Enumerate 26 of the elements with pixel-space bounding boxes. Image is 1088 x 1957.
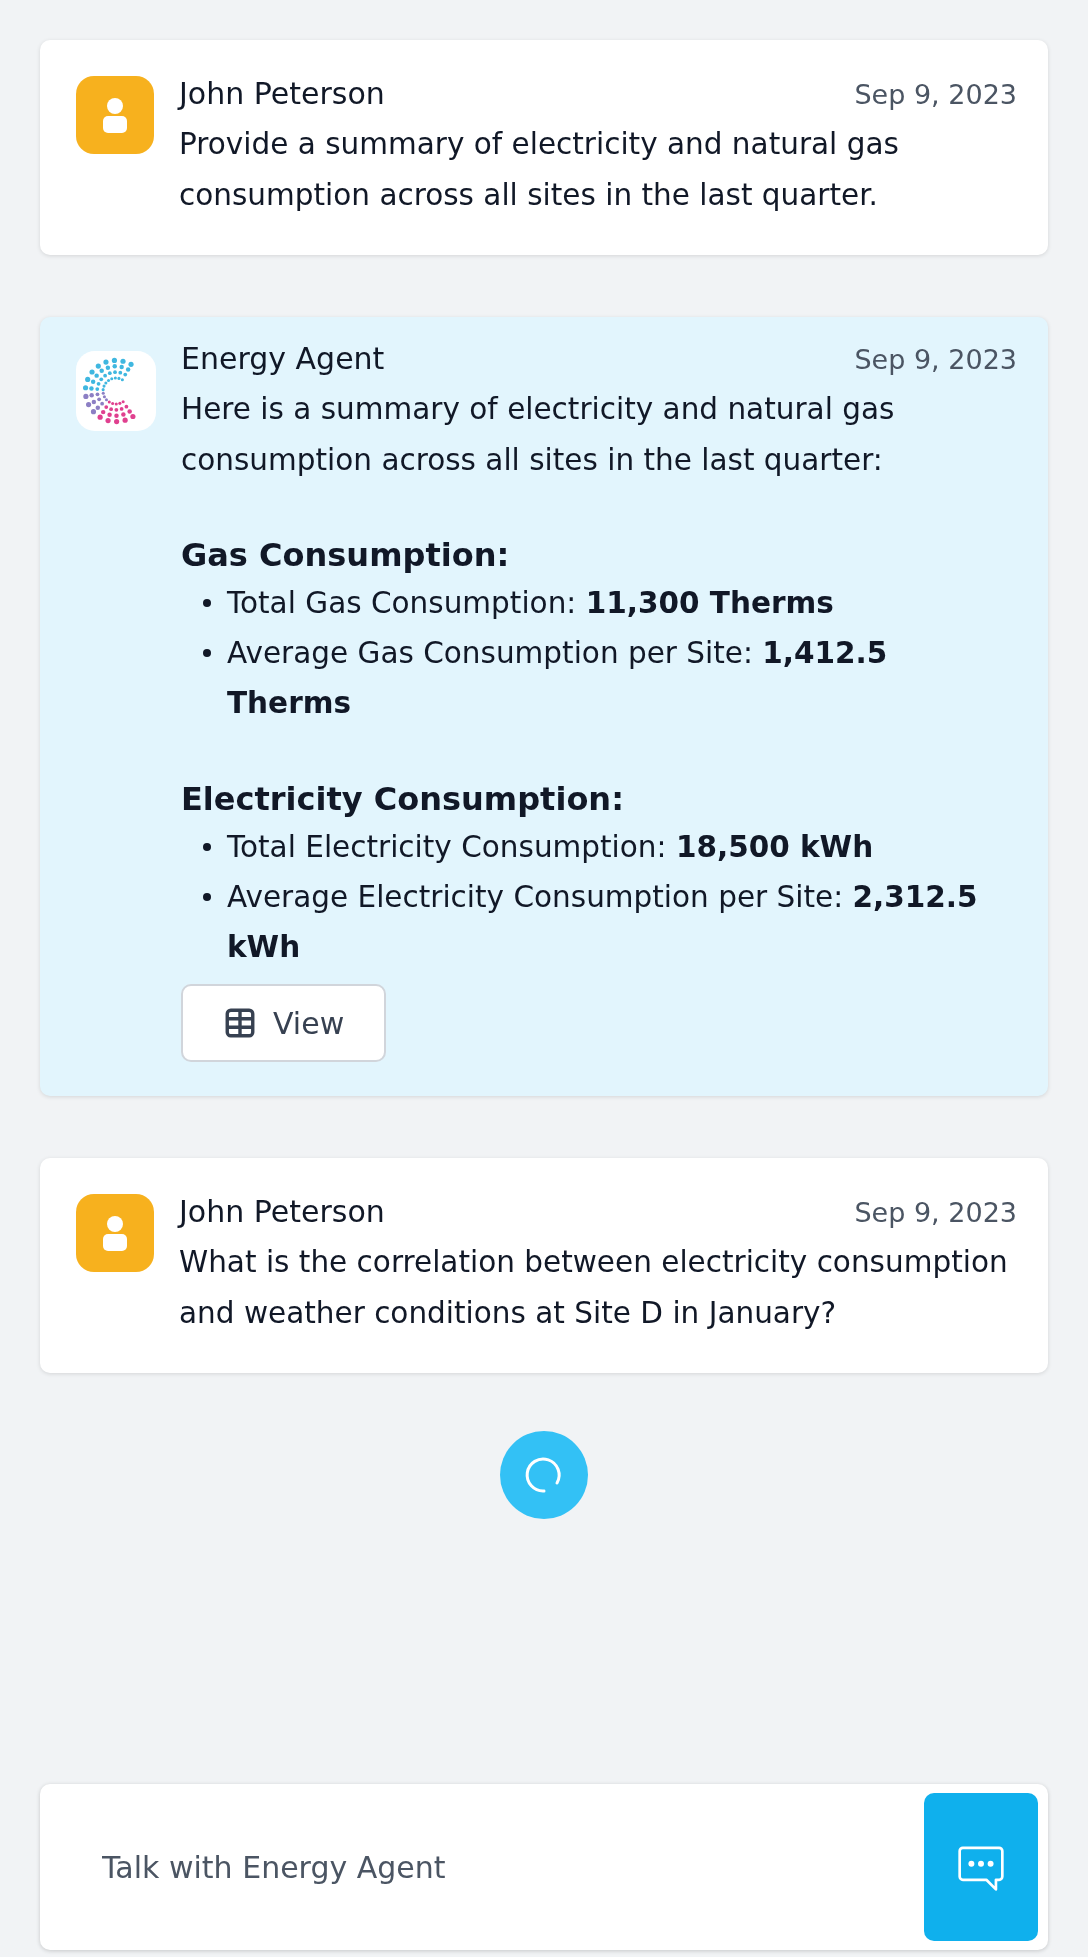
bullet-icon <box>203 843 211 851</box>
list-item: Average Electricity Consumption per Site: 2,312.5 kWh <box>227 879 979 966</box>
bullet-icon <box>203 599 211 607</box>
view-button[interactable]: View <box>181 984 387 1062</box>
list-item: Total Gas Consumption: 11,300 Therms <box>227 585 834 622</box>
author-name: John Peterson <box>179 1194 385 1229</box>
message-date: Sep 9, 2023 <box>854 79 1017 110</box>
message-text: Here is a summary of electricity and natural gas consumption across all sites in the last quarter: <box>181 391 896 479</box>
message-date: Sep 9, 2023 <box>854 1197 1017 1228</box>
section-heading: Gas Consumption: <box>181 535 511 576</box>
message-input-field[interactable]: Talk with Energy Agent <box>100 1848 924 1886</box>
bullet-icon <box>203 893 211 901</box>
send-button[interactable] <box>924 1793 1038 1941</box>
user-avatar-icon <box>76 76 154 154</box>
list-item: Average Gas Consumption per Site: 1,412.5 Therms <box>227 635 889 722</box>
user-avatar-icon <box>76 1194 154 1272</box>
section-heading: Electricity Consumption: <box>181 779 625 820</box>
author-name: Energy Agent <box>181 341 385 376</box>
message-text: Provide a summary of electricity and natural gas consumption across all sites in the last quarter. <box>179 126 900 214</box>
logo-icon <box>76 351 156 431</box>
bullet-icon <box>203 649 211 657</box>
message-text: What is the correlation between electricity consumption and weather conditions at Site D in January? <box>179 1244 1009 1332</box>
list-item: Total Electricity Consumption: 18,500 kWh <box>227 829 874 866</box>
table-icon <box>223 1006 257 1040</box>
message-date: Sep 9, 2023 <box>854 344 1017 375</box>
author-name: John Peterson <box>179 76 385 111</box>
